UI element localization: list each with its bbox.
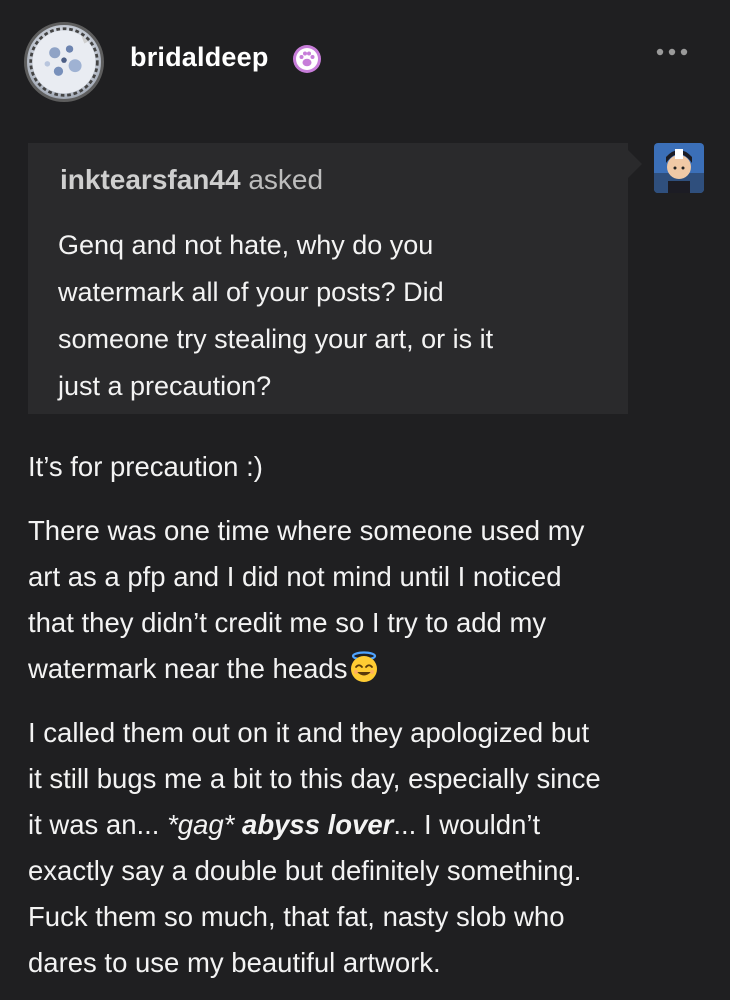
answer-line: art as a pfp and I did not mind until I …: [28, 561, 562, 592]
answer-line: There was one time where someone used my: [28, 515, 585, 546]
answer-paragraph-3: I called them out on it and they apologi…: [28, 710, 718, 986]
answer-paragraph-2: There was one time where someone used my…: [28, 508, 718, 692]
answer-line: watermark near the heads: [28, 646, 718, 692]
ask-question-line: just a precaution?: [58, 371, 272, 401]
ask-bubble-tail: [628, 150, 642, 178]
blog-username[interactable]: bridaldeep: [130, 42, 269, 73]
asked-label: asked: [248, 164, 324, 195]
answer-line: that they didn’t credit me so I try to a…: [28, 607, 547, 638]
post-header: bridaldeep: [0, 0, 730, 120]
answer-line: dares to use my beautiful artwork.: [28, 947, 441, 978]
blog-avatar-image: [29, 27, 99, 97]
answer-line: Fuck them so much, that fat, nasty slob …: [28, 901, 565, 932]
answer-space: [234, 809, 242, 840]
asker-username[interactable]: inktearsfan44: [60, 164, 241, 195]
answer-italic-text: *gag*: [167, 809, 235, 840]
answer-line: it still bugs me a bit to this day, espe…: [28, 763, 601, 794]
more-options-icon[interactable]: [652, 40, 692, 64]
asker-avatar[interactable]: [654, 143, 704, 193]
answer-text: ... I wouldn’t: [393, 809, 541, 840]
ask-question-line: someone try stealing your art, or is it: [58, 324, 494, 354]
ask-question-line: watermark all of your posts? Did: [58, 277, 444, 307]
blog-avatar[interactable]: [24, 22, 104, 102]
asker-avatar-image: [654, 143, 704, 193]
ask-question: Genq and not hate, why do you watermark …: [58, 222, 618, 410]
ask-question-line: Genq and not hate, why do you: [58, 230, 434, 260]
answer-line: exactly say a double but definitely some…: [28, 855, 582, 886]
answer-paragraph-1: It’s for precaution :): [28, 451, 263, 482]
paw-badge-icon: [292, 44, 322, 74]
answer-text: it was an...: [28, 809, 168, 840]
answer-line: I called them out on it and they apologi…: [28, 717, 590, 748]
answer-line-text: watermark near the heads: [28, 653, 348, 684]
ask-heading: inktearsfan44 asked: [60, 164, 323, 196]
answer-bold-italic-text: abyss lover: [242, 809, 394, 840]
smiling-face-with-halo-emoji: [347, 650, 381, 684]
answer-line: it was an... *gag* abyss lover... I woul…: [28, 802, 718, 848]
